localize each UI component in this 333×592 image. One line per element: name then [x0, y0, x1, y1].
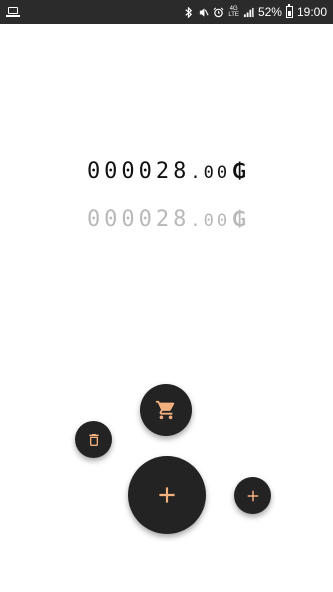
battery-icon	[285, 4, 293, 18]
bluetooth-icon	[185, 6, 193, 18]
alarm-icon	[213, 7, 224, 17]
balance-secondary: 000028 .00 ₲	[0, 207, 333, 232]
balance-primary-decimal: .00	[190, 163, 231, 183]
cart-button[interactable]	[140, 384, 192, 436]
add-button-small[interactable]	[234, 477, 271, 514]
clock: 19:00	[296, 5, 327, 19]
currency-icon: ₲	[232, 159, 247, 183]
currency-icon: ₲	[232, 207, 247, 231]
balance-secondary-integer: 000028	[86, 207, 191, 232]
balance-primary: 000028 .00 ₲	[0, 159, 333, 184]
plus-icon	[247, 490, 258, 501]
delete-icon	[88, 433, 99, 446]
battery-percent: 52%	[257, 5, 282, 19]
balance-secondary-decimal: .00	[190, 211, 231, 231]
mute-icon	[200, 7, 209, 17]
add-button-main[interactable]	[128, 456, 206, 534]
network-type: 4G LTE	[228, 6, 239, 18]
delete-button[interactable]	[75, 421, 112, 458]
status-bar: 4G LTE 52% 19:00	[0, 0, 333, 24]
laptop-icon	[6, 7, 20, 17]
signal-icon	[243, 7, 254, 17]
cart-icon	[155, 400, 175, 420]
plus-icon	[159, 487, 175, 503]
balance-primary-integer: 000028	[86, 159, 191, 184]
